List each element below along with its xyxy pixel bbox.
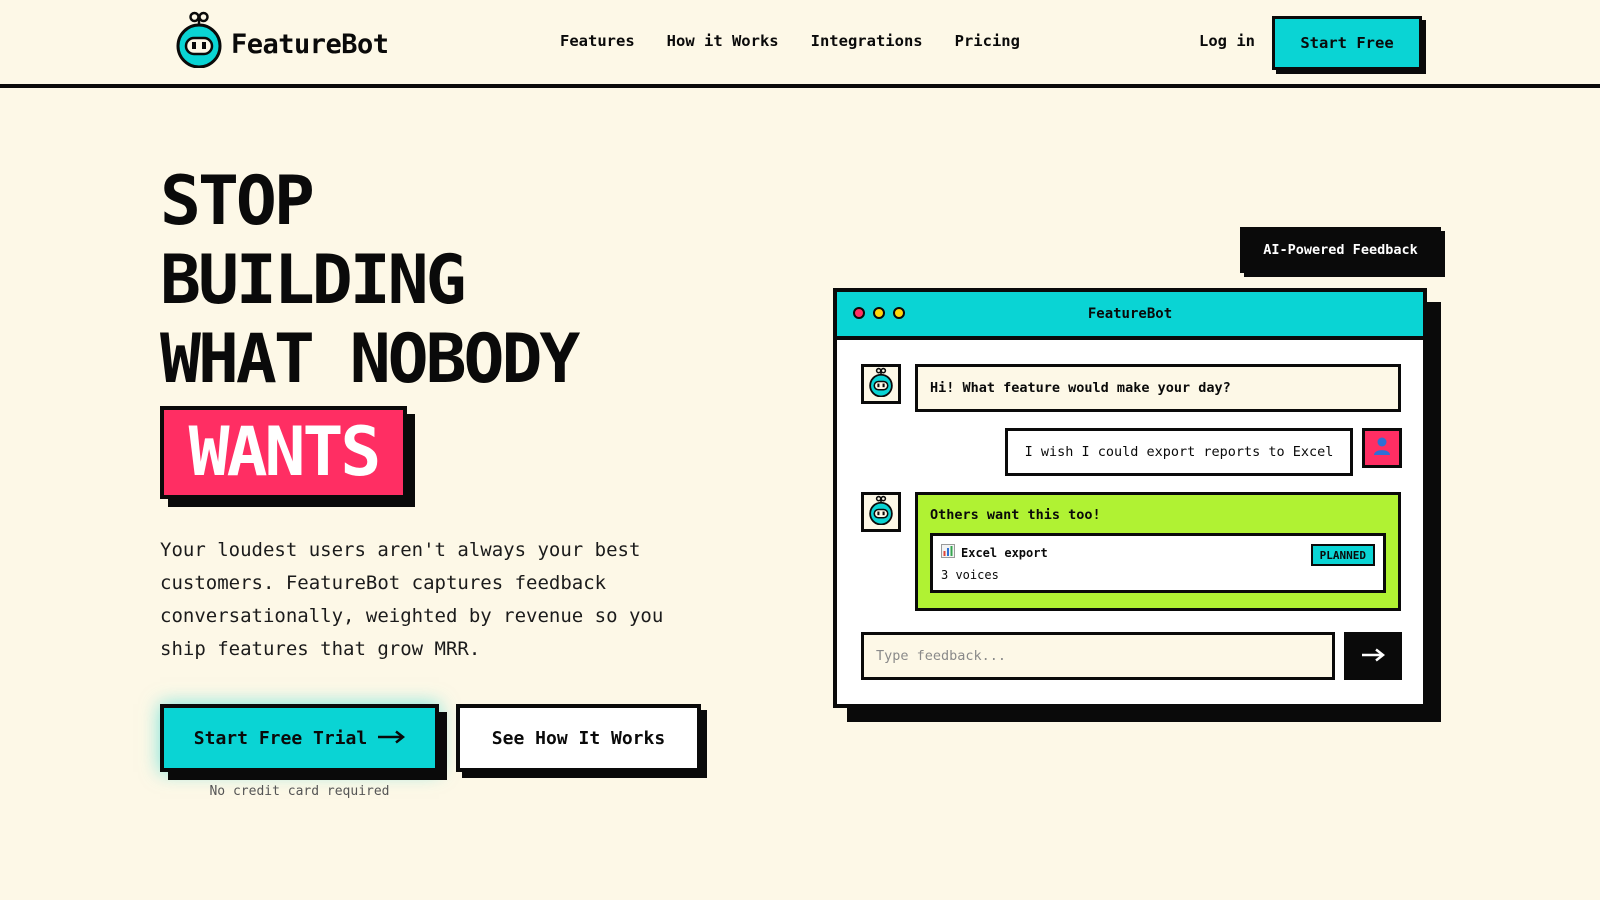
arrow-right-icon bbox=[377, 728, 406, 749]
robot-icon bbox=[175, 10, 223, 69]
feature-name: Excel export bbox=[961, 545, 1048, 560]
send-button[interactable] bbox=[1344, 632, 1402, 680]
status-badge: PLANNED bbox=[1310, 544, 1375, 566]
user-avatar bbox=[1362, 428, 1402, 468]
hero-subhead: Your loudest users aren't always your be… bbox=[160, 539, 664, 660]
start-free-button[interactable]: Start Free bbox=[1272, 16, 1422, 70]
headline-line-1: STOP bbox=[160, 162, 315, 241]
nav-link-how-it-works[interactable]: How it Works bbox=[667, 32, 779, 50]
bot-message: Hi! What feature would make your day? bbox=[915, 364, 1401, 412]
bot-avatar bbox=[861, 364, 901, 404]
feature-votes: 3 voices bbox=[941, 568, 999, 582]
feature-request-card[interactable]: Excel export 3 voices PLANNED bbox=[930, 533, 1386, 593]
nav-link-features[interactable]: Features bbox=[560, 32, 635, 50]
no-credit-card-note: No credit card required bbox=[209, 784, 390, 799]
bot-avatar bbox=[861, 492, 901, 532]
chat-window: FeatureBot Hi! What feature would make y… bbox=[833, 288, 1427, 708]
feedback-input[interactable] bbox=[864, 635, 1332, 677]
chat-window-title: FeatureBot bbox=[1087, 306, 1173, 322]
hero-headline: STOP BUILDING WHAT NOBODY bbox=[160, 162, 580, 399]
user-icon bbox=[1373, 436, 1391, 460]
login-link[interactable]: Log in bbox=[1199, 32, 1255, 50]
feedback-input-wrapper bbox=[861, 632, 1335, 680]
headline-line-3: WHAT NOBODY bbox=[160, 320, 580, 399]
chat-window-titlebar: FeatureBot bbox=[837, 292, 1423, 340]
ai-powered-badge: AI-Powered Feedback bbox=[1240, 227, 1441, 273]
bar-chart-icon bbox=[941, 544, 955, 561]
start-free-trial-label: Start Free Trial bbox=[193, 727, 368, 749]
nav-link-integrations[interactable]: Integrations bbox=[811, 32, 923, 50]
robot-icon bbox=[867, 495, 895, 529]
nav-links: Features How it Works Integrations Prici… bbox=[560, 32, 1020, 50]
arrow-right-icon bbox=[1361, 648, 1386, 665]
reply-title: Others want this too! bbox=[930, 507, 1101, 523]
brand-logo[interactable]: FeatureBot bbox=[175, 10, 389, 69]
user-message: I wish I could export reports to Excel bbox=[1005, 428, 1353, 476]
see-how-it-works-button[interactable]: See How It Works bbox=[456, 704, 701, 772]
bot-reply-card: Others want this too! Excel export 3 voi… bbox=[915, 492, 1401, 611]
top-nav: FeatureBot Features How it Works Integra… bbox=[0, 0, 1600, 88]
headline-line-2: BUILDING bbox=[160, 241, 467, 320]
headline-highlight: WANTS bbox=[188, 412, 382, 492]
headline-highlight-box: WANTS bbox=[160, 406, 407, 499]
start-free-trial-button[interactable]: Start Free Trial bbox=[160, 704, 439, 772]
nav-link-pricing[interactable]: Pricing bbox=[955, 32, 1020, 50]
brand-name: FeatureBot bbox=[231, 28, 389, 60]
robot-icon bbox=[867, 367, 895, 401]
